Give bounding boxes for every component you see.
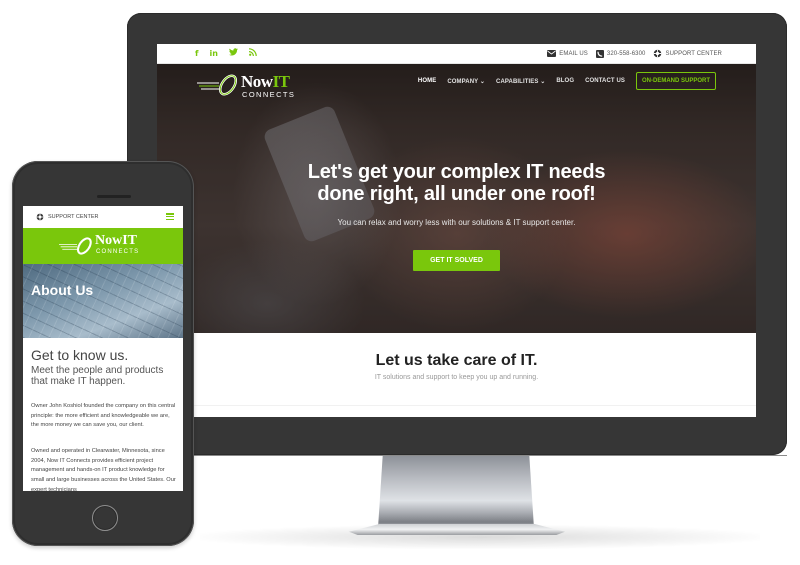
logo-swoosh-icon xyxy=(59,237,92,255)
about-banner: About Us xyxy=(23,264,183,338)
hero-title: Let's get your complex IT needs done rig… xyxy=(157,161,756,205)
on-demand-support-button[interactable]: ON-DEMAND SUPPORT xyxy=(635,72,716,90)
mobile-site-logo[interactable]: NowIT CONNECTS xyxy=(59,233,159,261)
get-it-solved-button[interactable]: GET IT SOLVED xyxy=(413,250,500,271)
intro-section: Let us take care of IT. IT solutions and… xyxy=(157,333,756,417)
mobile-logo-band: NowIT CONNECTS xyxy=(23,228,183,264)
support-center-label: SUPPORT CENTER xyxy=(665,50,722,57)
email-link[interactable]: EMAIL US xyxy=(547,50,588,57)
mobile-website: SUPPORT CENTER NowIT CONNECTS About Us G… xyxy=(23,206,183,491)
envelope-icon xyxy=(547,50,557,57)
nav-home[interactable]: HOME xyxy=(418,78,436,84)
logo-connects: CONNECTS xyxy=(96,249,140,255)
section-title: Let us take care of IT. xyxy=(375,352,538,369)
about-title: About Us xyxy=(31,282,94,298)
monitor-edge xyxy=(127,455,787,456)
mobile-paragraph: Owned and operated in Clearwater, Minnes… xyxy=(31,448,176,491)
rss-icon[interactable] xyxy=(248,48,257,60)
lifebuoy-icon xyxy=(654,49,662,58)
monitor-stand-neck xyxy=(378,456,534,528)
logo-it: IT xyxy=(122,233,138,248)
nav-company[interactable]: COMPANY ⌄ xyxy=(447,78,485,85)
phone-speaker xyxy=(97,195,131,198)
mobile-paragraph: Owner John Koshiol founded the company o… xyxy=(31,403,176,429)
logo-now: Now xyxy=(95,233,123,248)
divider xyxy=(157,405,756,406)
mobile-support-center-link[interactable]: SUPPORT CENTER xyxy=(36,213,99,221)
mobile-support-label: SUPPORT CENTER xyxy=(48,214,99,220)
facebook-icon[interactable]: f xyxy=(195,48,198,60)
hero-banner: NowIT CONNECTS HOME COMPANY ⌄ CAPABILITI… xyxy=(157,64,756,333)
nav-contact[interactable]: CONTACT US xyxy=(585,78,625,84)
phone-number: 320-558-6300 xyxy=(606,50,646,57)
social-links: f in xyxy=(195,48,257,60)
mobile-heading: Get to know us. xyxy=(31,347,129,363)
hero-title-line-1: Let's get your complex IT needs xyxy=(307,161,606,183)
contact-links: EMAIL US 320-558-6300 SUPPORT CENTER xyxy=(547,49,722,58)
linkedin-icon[interactable]: in xyxy=(209,48,217,60)
mobile-top-bar: SUPPORT CENTER xyxy=(23,206,183,228)
phone-home-button[interactable] xyxy=(92,505,118,531)
hamburger-menu-icon[interactable] xyxy=(166,213,174,220)
nav-capabilities[interactable]: CAPABILITIES ⌄ xyxy=(496,78,545,85)
logo-it: IT xyxy=(272,72,290,91)
phone-link[interactable]: 320-558-6300 xyxy=(595,49,646,58)
logo-swoosh-icon xyxy=(197,74,238,96)
site-logo[interactable]: NowIT CONNECTS xyxy=(197,70,302,100)
support-center-link[interactable]: SUPPORT CENTER xyxy=(653,49,722,58)
main-nav: HOME COMPANY ⌄ CAPABILITIES ⌄ BLOG CONTA… xyxy=(418,72,716,90)
twitter-icon[interactable] xyxy=(228,48,238,60)
phone-icon xyxy=(595,49,604,58)
hero-subtitle: You can relax and worry less with our so… xyxy=(337,218,576,227)
monitor-stand-base xyxy=(349,524,565,535)
email-label: EMAIL US xyxy=(559,50,588,57)
logo-now: Now xyxy=(241,72,273,91)
desktop-website: f in EMAIL US 320-558-6300 SUPPORT CENTE… xyxy=(157,44,756,417)
section-subtitle: IT solutions and support to keep you up … xyxy=(374,374,539,381)
lifebuoy-icon xyxy=(36,213,44,221)
nav-blog[interactable]: BLOG xyxy=(556,78,574,84)
logo-connects: CONNECTS xyxy=(242,90,296,99)
top-bar: f in EMAIL US 320-558-6300 SUPPORT CENTE… xyxy=(157,44,756,64)
hero-title-line-2: done right, all under one roof! xyxy=(317,183,596,205)
mobile-subheading: Meet the people and products that make I… xyxy=(31,365,164,387)
